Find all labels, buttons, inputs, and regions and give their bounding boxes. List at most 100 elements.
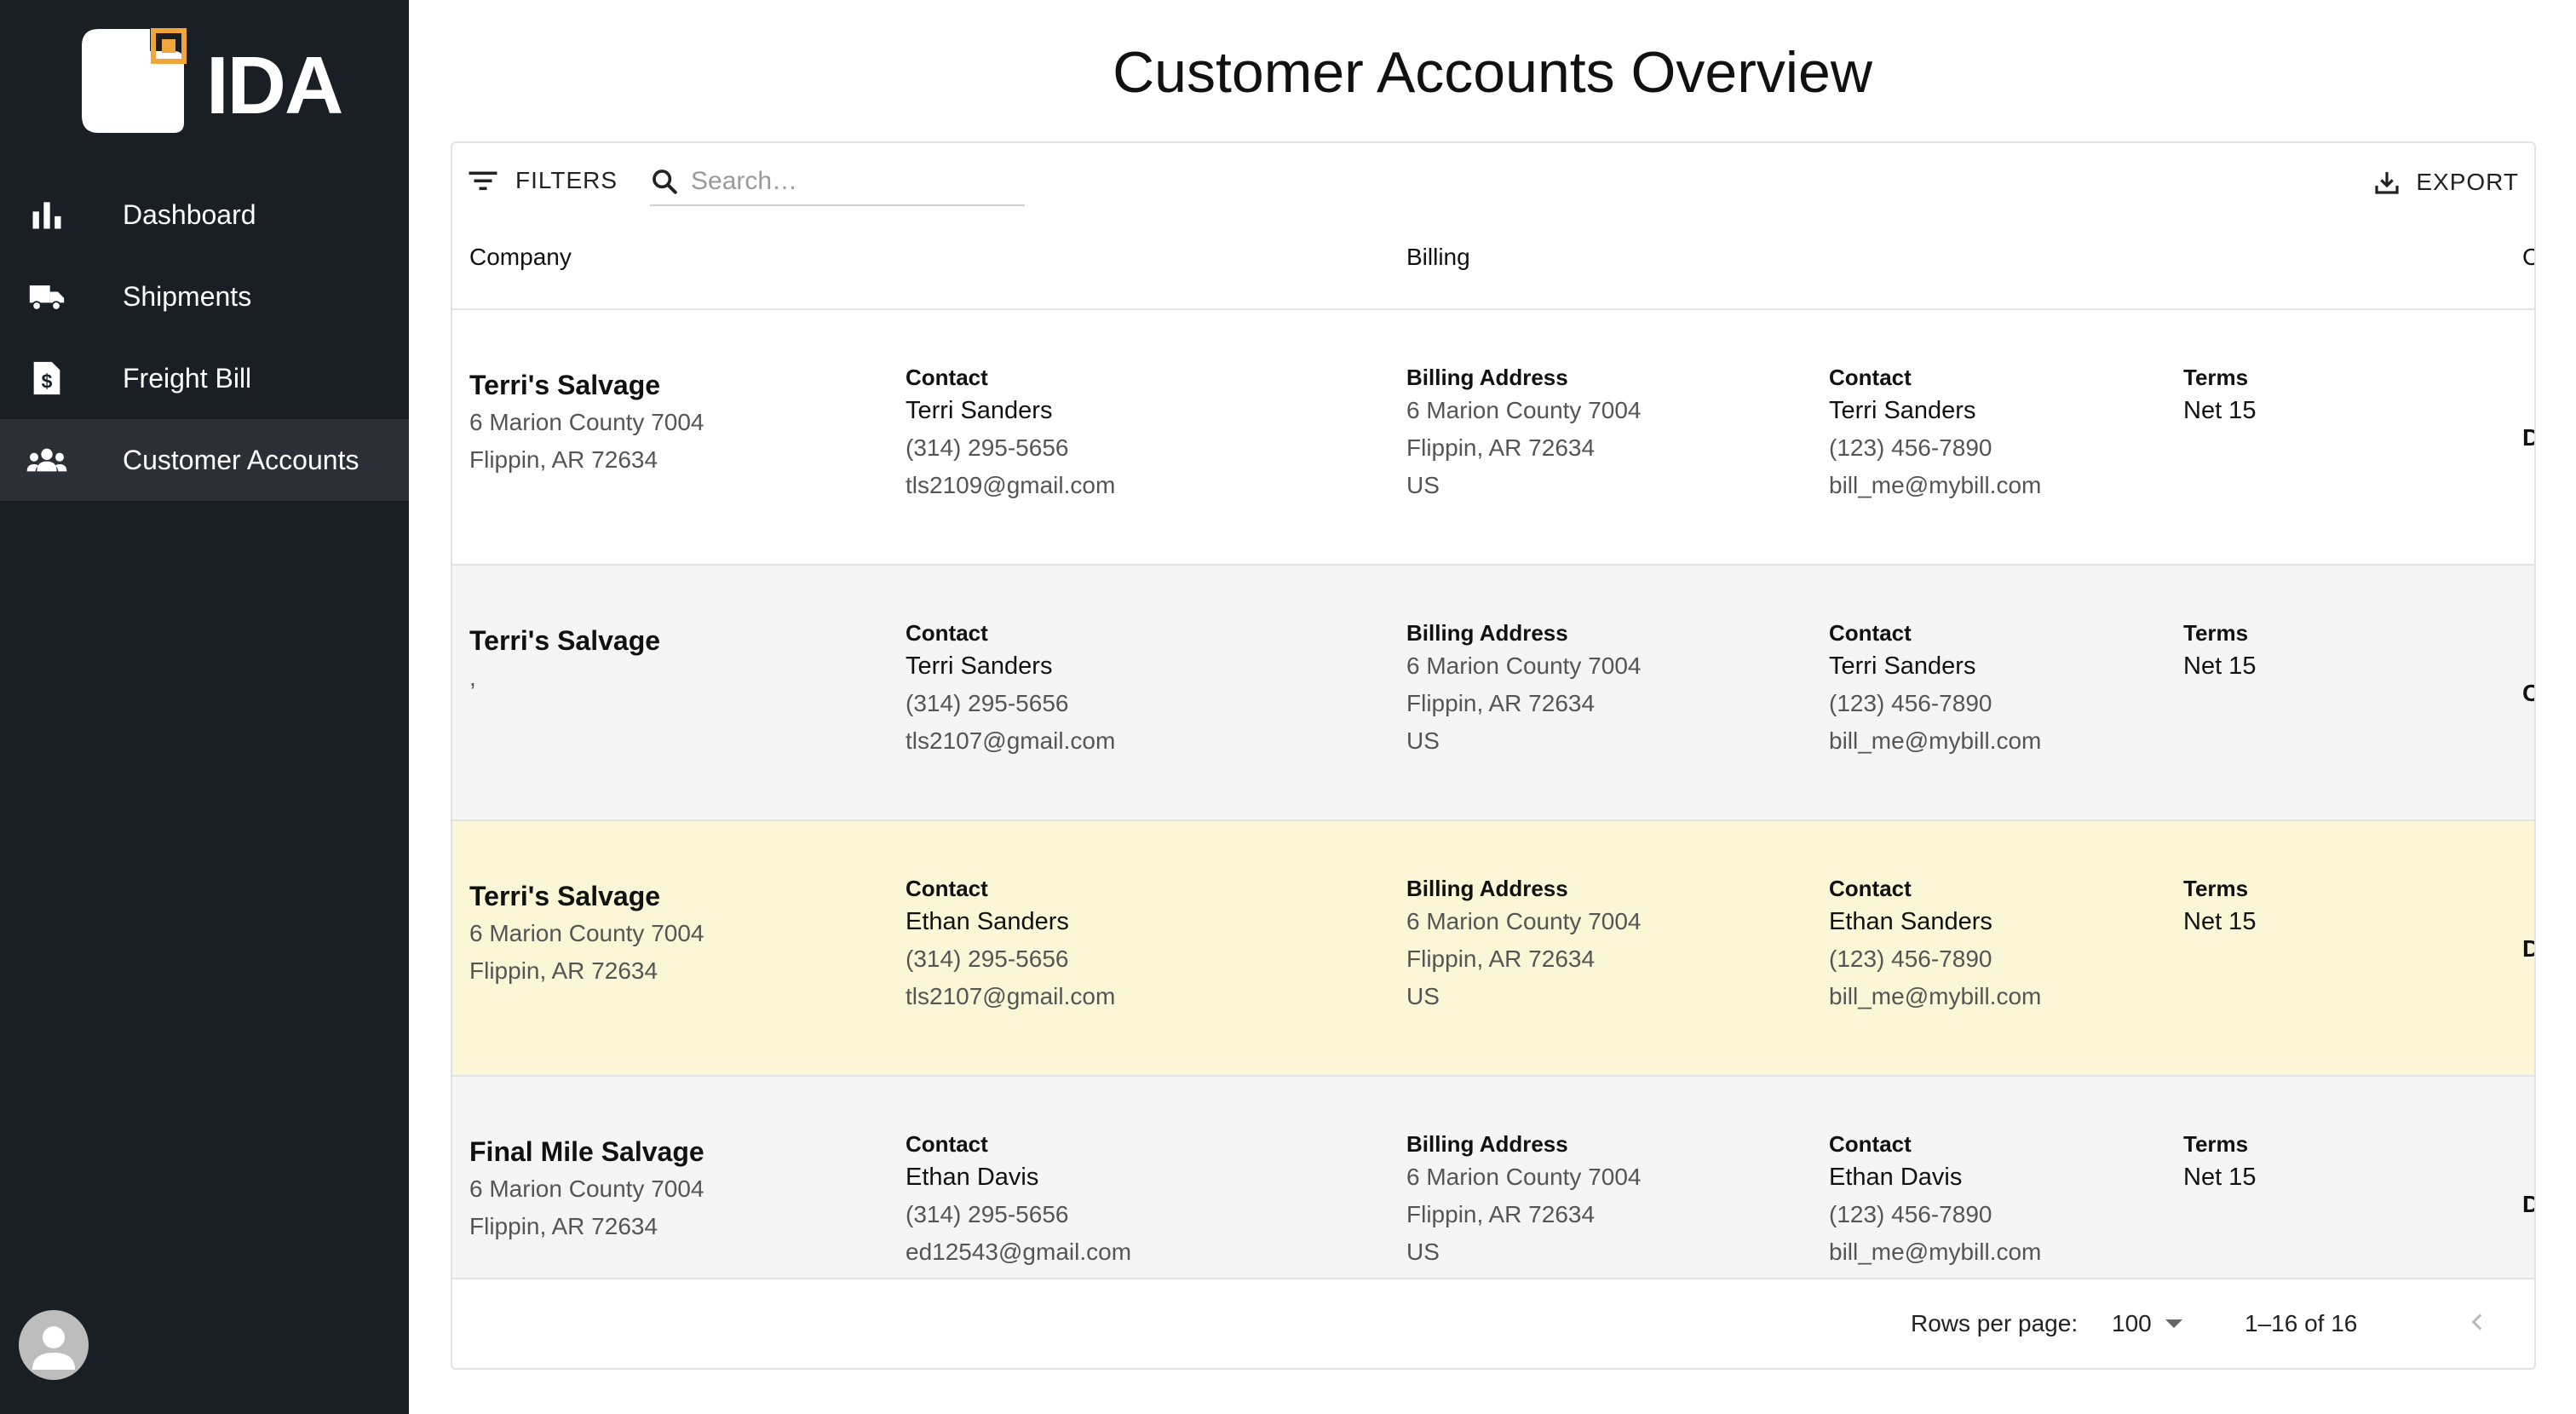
- contact-name: Ethan Davis: [906, 1164, 1039, 1191]
- chevron-down-icon: [2165, 1319, 2182, 1328]
- company-address-line2: Flippin, AR 72634: [469, 957, 658, 984]
- company-address-line1: ,: [469, 664, 476, 691]
- truncated-column-cell: De: [2522, 1186, 2534, 1223]
- billing-address-line1: 6 Marion County 7004: [1406, 397, 1642, 423]
- billing-contact-label: Contact: [1829, 620, 1912, 646]
- terms-value: Net 15: [2183, 1164, 2257, 1191]
- sidebar: IDA Dashboard Shipments $ Freight Bill C…: [0, 0, 409, 1414]
- column-header-company[interactable]: Company: [469, 244, 572, 271]
- rows-per-page-label: Rows per page:: [1911, 1310, 2079, 1336]
- previous-page-button[interactable]: [2459, 1303, 2497, 1341]
- terms-label: Terms: [2183, 876, 2249, 901]
- company-cell: Terri's Salvage 6 Marion County 7004 Fli…: [469, 366, 704, 479]
- column-header-billing[interactable]: Billing: [1406, 244, 1470, 271]
- table-row[interactable]: Terri's Salvage , Contact Terri Sanders …: [452, 566, 2534, 821]
- export-button[interactable]: EXPORT: [2373, 164, 2519, 201]
- bar-chart-icon: [32, 202, 61, 229]
- contact-cell: Contact Terri Sanders (314) 295-5656 tls…: [906, 363, 1115, 504]
- sidebar-item-dashboard[interactable]: Dashboard: [0, 174, 409, 256]
- billing-contact-cell: Contact Ethan Davis (123) 456-7890 bill_…: [1829, 1129, 2041, 1271]
- chevron-left-icon: [2471, 1313, 2482, 1331]
- billing-address-label: Billing Address: [1406, 365, 1568, 390]
- company-name: Terri's Salvage: [469, 881, 661, 911]
- table-row[interactable]: Terri's Salvage 6 Marion County 7004 Fli…: [452, 310, 2534, 566]
- filter-list-icon: [469, 171, 497, 191]
- contact-name: Ethan Sanders: [906, 908, 1069, 935]
- contact-cell: Contact Terri Sanders (314) 295-5656 tls…: [906, 618, 1115, 760]
- billing-address-line1: 6 Marion County 7004: [1406, 1164, 1642, 1190]
- next-page-button[interactable]: [2527, 1303, 2534, 1341]
- page-title: Customer Accounts Overview: [1113, 40, 1872, 105]
- grid-footer: Rows per page: 100 1–16 of 16: [452, 1278, 2534, 1368]
- billing-contact-name: Terri Sanders: [1829, 397, 1976, 424]
- terms-cell: Terms Net 15: [2183, 363, 2256, 429]
- billing-contact-phone: (123) 456-7890: [1829, 946, 1992, 972]
- people-icon: [26, 448, 67, 472]
- company-name: Terri's Salvage: [469, 370, 661, 400]
- contact-name: Terri Sanders: [906, 397, 1053, 424]
- table-row[interactable]: Terri's Salvage 6 Marion County 7004 Fli…: [452, 821, 2534, 1077]
- sidebar-item-shipments[interactable]: Shipments: [0, 256, 409, 337]
- company-address-line2: Flippin, AR 72634: [469, 1213, 658, 1239]
- billing-address-label: Billing Address: [1406, 620, 1568, 646]
- table-row[interactable]: Final Mile Salvage 6 Marion County 7004 …: [452, 1077, 2534, 1279]
- table-header-row: Company Billing Co: [452, 215, 2534, 310]
- app-logo[interactable]: IDA: [80, 27, 343, 135]
- export-label: EXPORT: [2416, 169, 2519, 195]
- logo-text: IDA: [206, 40, 343, 131]
- app-root: IDA Dashboard Shipments $ Freight Bill C…: [0, 0, 2576, 1414]
- billing-address-label: Billing Address: [1406, 876, 1568, 901]
- contact-email: tls2107@gmail.com: [906, 727, 1116, 754]
- billing-country: US: [1406, 1239, 1440, 1265]
- billing-contact-label: Contact: [1829, 365, 1912, 390]
- terms-value: Net 15: [2183, 652, 2257, 680]
- billing-address-label: Billing Address: [1406, 1131, 1568, 1157]
- filters-label: FILTERS: [515, 167, 618, 193]
- rows-per-page-select[interactable]: 100: [2112, 1310, 2182, 1337]
- billing-contact-name: Terri Sanders: [1829, 652, 1976, 680]
- billing-contact-email: bill_me@mybill.com: [1829, 1239, 2042, 1265]
- billing-address-cell: Billing Address 6 Marion County 7004 Fli…: [1406, 618, 1642, 760]
- billing-contact-label: Contact: [1829, 876, 1912, 901]
- contact-email: ed12543@gmail.com: [906, 1239, 1132, 1265]
- search-input[interactable]: [691, 167, 1015, 196]
- rows-per-page-value: 100: [2112, 1310, 2152, 1336]
- billing-address-cell: Billing Address 6 Marion County 7004 Fli…: [1406, 363, 1642, 504]
- billing-contact-phone: (123) 456-7890: [1829, 434, 1992, 461]
- sidebar-item-freight-bill[interactable]: $ Freight Bill: [0, 337, 409, 419]
- billing-address-line2: Flippin, AR 72634: [1406, 1201, 1596, 1227]
- billing-contact-phone: (123) 456-7890: [1829, 1201, 1992, 1227]
- billing-contact-email: bill_me@mybill.com: [1829, 472, 2042, 498]
- sidebar-item-customer-accounts[interactable]: Customer Accounts: [0, 419, 409, 501]
- column-header-truncated[interactable]: Co: [2522, 244, 2534, 271]
- terms-cell: Terms Net 15: [2183, 618, 2256, 685]
- contact-label: Contact: [906, 876, 988, 901]
- billing-contact-cell: Contact Terri Sanders (123) 456-7890 bil…: [1829, 363, 2041, 504]
- company-name: Final Mile Salvage: [469, 1136, 704, 1167]
- billing-country: US: [1406, 983, 1440, 1009]
- truncated-column-cell: De: [2522, 930, 2534, 968]
- contact-phone: (314) 295-5656: [906, 434, 1069, 461]
- company-address-line1: 6 Marion County 7004: [469, 920, 704, 946]
- contact-cell: Contact Ethan Sanders (314) 295-5656 tls…: [906, 874, 1115, 1015]
- search-box: [650, 158, 1025, 206]
- table-body: Terri's Salvage 6 Marion County 7004 Fli…: [452, 310, 2534, 1279]
- terms-cell: Terms Net 15: [2183, 1129, 2256, 1196]
- terms-value: Net 15: [2183, 397, 2257, 424]
- grid-toolbar: FILTERS EXPORT: [452, 143, 2534, 215]
- user-avatar[interactable]: [19, 1310, 89, 1380]
- contact-email: tls2109@gmail.com: [906, 472, 1116, 498]
- terms-label: Terms: [2183, 1131, 2249, 1157]
- contact-name: Terri Sanders: [906, 652, 1053, 680]
- contact-label: Contact: [906, 620, 988, 646]
- billing-address-line2: Flippin, AR 72634: [1406, 946, 1596, 972]
- billing-address-line1: 6 Marion County 7004: [1406, 908, 1642, 934]
- sidebar-nav: Dashboard Shipments $ Freight Bill Custo…: [0, 174, 409, 501]
- sidebar-item-label: Freight Bill: [123, 362, 252, 394]
- download-icon: [2375, 172, 2399, 194]
- contact-phone: (314) 295-5656: [906, 690, 1069, 716]
- filters-button[interactable]: FILTERS: [468, 162, 618, 199]
- logo-mark-icon: [82, 28, 187, 133]
- terms-label: Terms: [2183, 620, 2249, 646]
- billing-country: US: [1406, 472, 1440, 498]
